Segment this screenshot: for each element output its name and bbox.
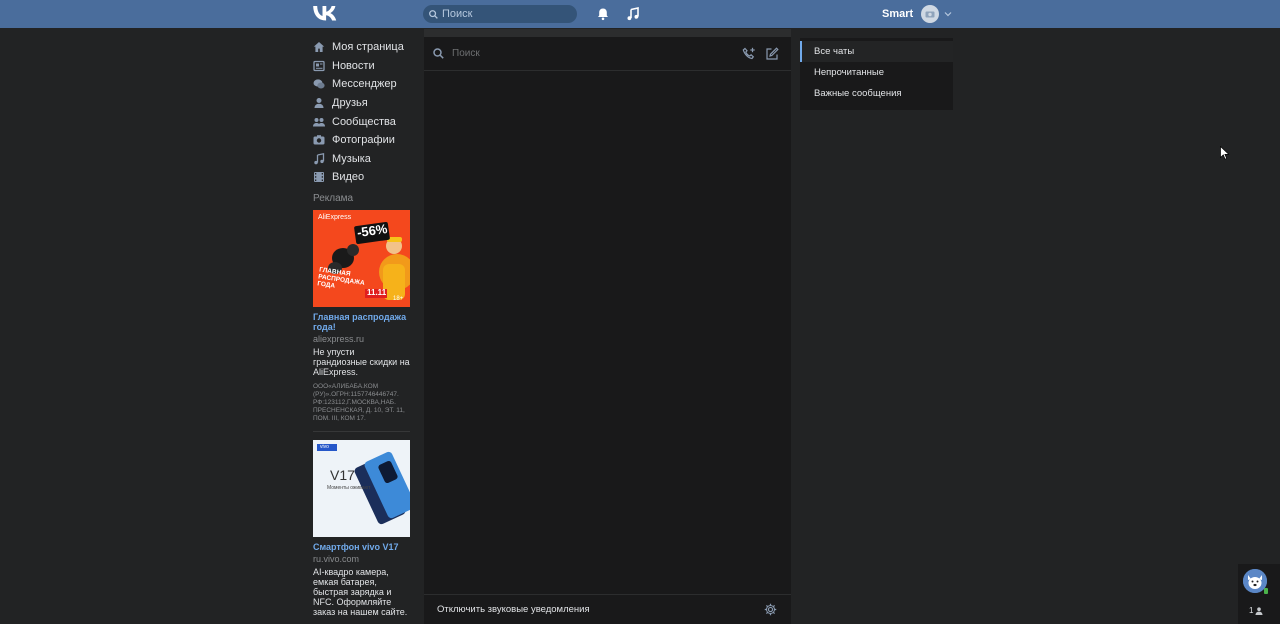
messages-search-input[interactable] xyxy=(452,48,712,59)
online-friends-widget[interactable]: 1 xyxy=(1238,564,1280,624)
ad-banner-subtext: Моменты оживают xyxy=(327,484,371,491)
mute-notifications-link[interactable]: Отключить звуковые уведомления xyxy=(437,604,590,615)
ad-image[interactable]: AliExpress -56% ГЛАВНАЯ РАСПРОДАЖА ГОДА … xyxy=(313,209,410,307)
compose-icon[interactable] xyxy=(765,47,779,61)
sidebar-item-news[interactable]: Новости xyxy=(313,57,413,76)
messages-search-bar[interactable] xyxy=(424,37,791,71)
home-icon xyxy=(313,42,325,53)
music-icon xyxy=(314,152,325,165)
messages-footer: Отключить звуковые уведомления xyxy=(424,594,791,624)
filter-important[interactable]: Важные сообщения xyxy=(800,83,953,104)
sidebar-item-music[interactable]: Музыка xyxy=(313,150,413,169)
vk-logo-icon[interactable] xyxy=(313,6,337,21)
ad-description: Не упусти грандиозные скидки на AliExpre… xyxy=(313,346,410,377)
communities-icon xyxy=(313,117,325,127)
sidebar-item-my-page[interactable]: Моя страница xyxy=(313,38,413,57)
filter-all-chats[interactable]: Все чаты xyxy=(800,41,953,62)
sidebar-item-friends[interactable]: Друзья xyxy=(313,94,413,113)
messenger-icon xyxy=(313,79,325,89)
sidebar-item-label: Мессенджер xyxy=(332,78,397,91)
ad-age-label: 18+ xyxy=(393,295,404,302)
online-count-value: 1 xyxy=(1249,606,1254,615)
chat-filters: Все чаты Непрочитанные Важные сообщения xyxy=(800,38,953,110)
online-count: 1 xyxy=(1249,606,1263,615)
ad-banner-text: V17 xyxy=(330,466,355,483)
sidebar-item-label: Фотографии xyxy=(332,134,395,147)
friends-icon xyxy=(314,98,324,109)
sidebar-item-label: Видео xyxy=(332,171,365,184)
sidebar-item-photos[interactable]: Фотографии xyxy=(313,131,413,150)
sidebar-item-label: Сообщества xyxy=(332,115,396,128)
bell-icon[interactable] xyxy=(596,7,610,21)
messages-panel: Отключить звуковые уведомления xyxy=(424,29,791,624)
sidebar-item-label: Моя страница xyxy=(332,41,404,54)
filter-unread[interactable]: Непрочитанные xyxy=(800,62,953,83)
left-sidebar: Моя страница Новости Мессенджер Друзья С… xyxy=(313,38,413,624)
ad-image[interactable]: vivo V17 Моменты оживают xyxy=(313,439,410,537)
sidebar-item-video[interactable]: Видео xyxy=(313,168,413,187)
search-icon xyxy=(429,9,438,19)
profile-name[interactable]: Smart xyxy=(882,8,913,20)
sidebar-item-label: Друзья xyxy=(332,97,368,110)
top-search-input[interactable] xyxy=(442,8,562,20)
camera-icon xyxy=(925,11,935,18)
video-icon xyxy=(314,172,324,183)
ad-date-label: 11.11 xyxy=(367,287,387,297)
online-indicator xyxy=(1264,588,1268,594)
camera-icon xyxy=(313,135,325,145)
avatar[interactable] xyxy=(921,5,940,23)
ads-heading: Реклама xyxy=(313,192,354,204)
ad-legal-text: ООО«АЛИБАБА.КОМ (РУ)».ОГРН:1157746446747… xyxy=(313,382,405,422)
sidebar-item-communities[interactable]: Сообщества xyxy=(313,112,413,131)
divider xyxy=(313,430,410,432)
chevron-down-icon[interactable] xyxy=(944,10,952,18)
gear-icon[interactable] xyxy=(764,603,777,616)
ad-brand-label: AliExpress xyxy=(318,213,352,221)
profile-menu[interactable]: Smart xyxy=(882,5,952,23)
ad-brand-label: vivo xyxy=(320,443,329,450)
search-icon xyxy=(433,48,444,59)
top-search-box[interactable] xyxy=(423,5,577,23)
ad-card[interactable]: AliExpress -56% ГЛАВНАЯ РАСПРОДАЖА ГОДА … xyxy=(313,209,410,423)
person-icon xyxy=(1255,606,1263,615)
ad-description: AI-квадро камера, емкая батарея, быстрая… xyxy=(313,566,408,617)
sidebar-item-label: Новости xyxy=(332,59,375,72)
ad-domain[interactable]: aliexpress.ru xyxy=(313,334,410,344)
ad-domain[interactable]: ru.vivo.com xyxy=(313,554,410,564)
sidebar-item-label: Музыка xyxy=(332,152,371,165)
mouse-cursor-icon xyxy=(1220,146,1229,160)
news-icon xyxy=(313,60,325,72)
music-icon[interactable] xyxy=(626,7,640,21)
sidebar-item-messenger[interactable]: Мессенджер xyxy=(313,75,413,94)
ad-title[interactable]: Главная распродажа года! xyxy=(313,312,410,332)
top-bar: Smart xyxy=(0,0,1280,28)
ad-card[interactable]: vivo V17 Моменты оживают Смартфон vivo V… xyxy=(313,439,410,617)
ad-title[interactable]: Смартфон vivo V17 xyxy=(313,542,410,552)
add-call-icon[interactable] xyxy=(742,47,756,61)
panel-top-strip xyxy=(424,29,791,37)
